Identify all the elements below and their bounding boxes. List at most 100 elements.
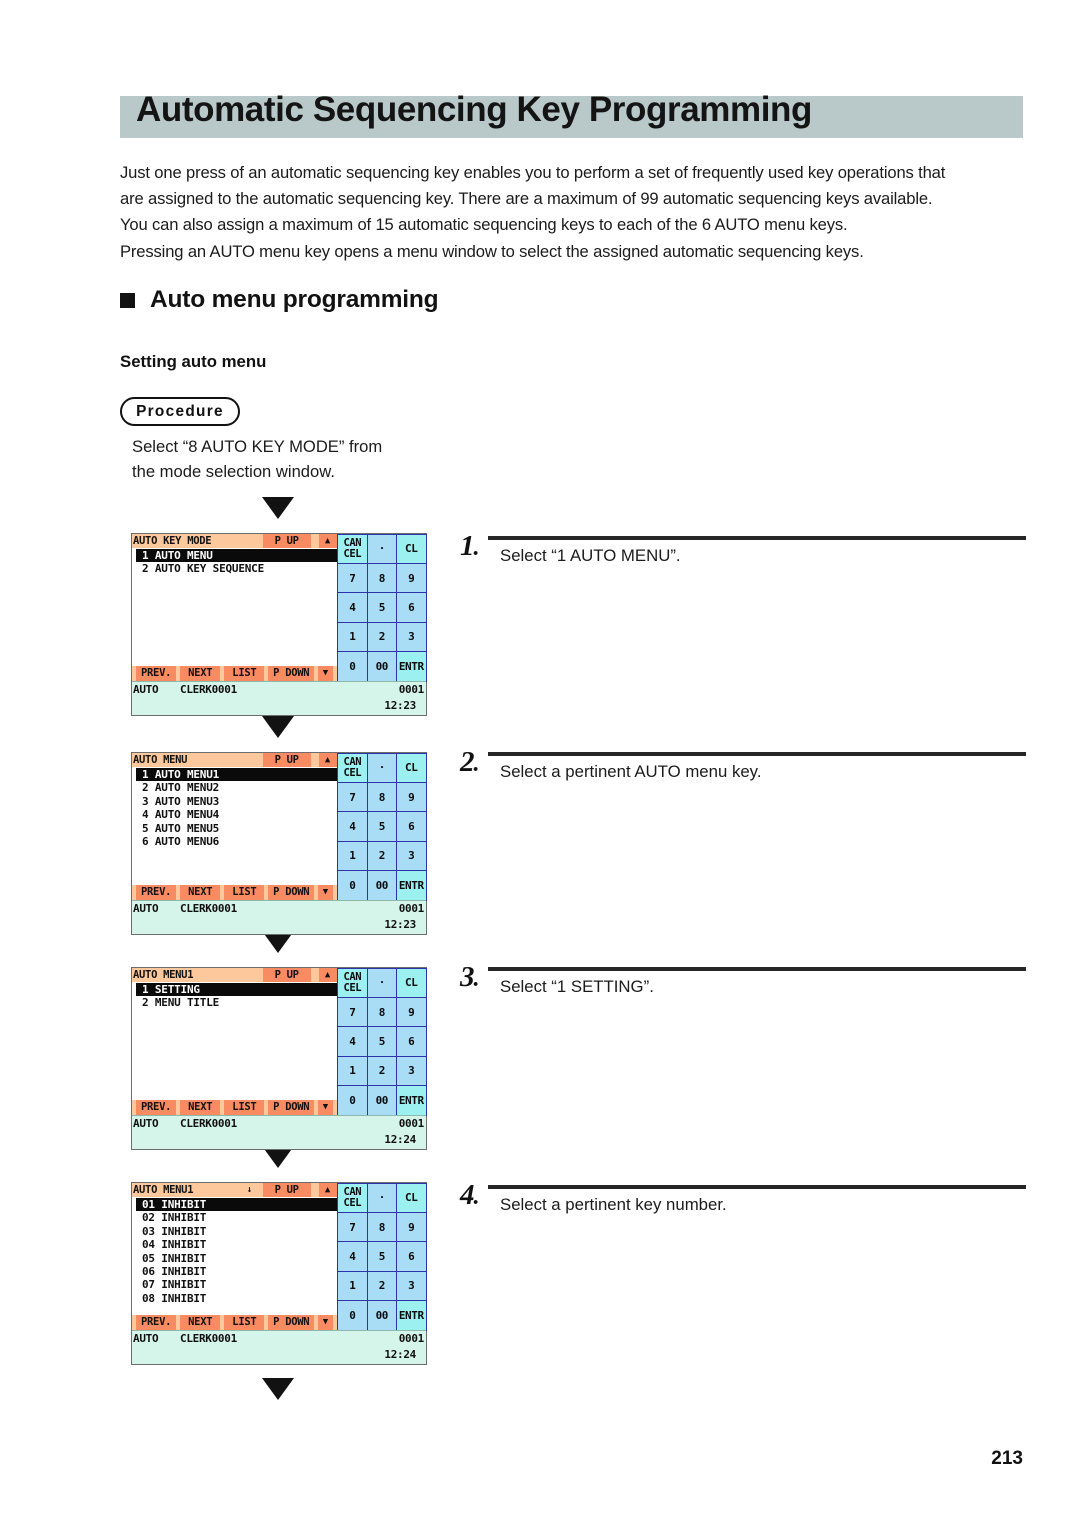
key-cancel[interactable]: CAN CEL xyxy=(337,752,368,783)
key-6[interactable]: 6 xyxy=(396,592,427,623)
menu-item-selected[interactable]: 1 AUTO MENU1 xyxy=(136,768,337,782)
key-3[interactable]: 3 xyxy=(396,1270,427,1302)
arrow-down-icon[interactable]: ▼ xyxy=(318,1315,333,1330)
softkey-list[interactable]: LIST xyxy=(224,885,265,900)
menu-item[interactable]: 03 INHIBIT xyxy=(132,1225,337,1238)
key-2[interactable]: 2 xyxy=(366,621,398,653)
key-decimal-point[interactable]: · xyxy=(366,967,398,998)
key-0[interactable]: 0 xyxy=(337,651,368,682)
softkey-page-down[interactable]: P DOWN xyxy=(268,666,315,681)
key-1[interactable]: 1 xyxy=(337,621,368,653)
key-0[interactable]: 0 xyxy=(337,1300,368,1331)
key-9[interactable]: 9 xyxy=(396,996,427,1028)
key-1[interactable]: 1 xyxy=(337,1055,368,1087)
key-3[interactable]: 3 xyxy=(396,840,427,872)
key-4[interactable]: 4 xyxy=(337,1241,368,1272)
page-up-button[interactable]: P UP xyxy=(262,534,311,548)
key-6[interactable]: 6 xyxy=(396,811,427,842)
key-9[interactable]: 9 xyxy=(396,1211,427,1243)
key-7[interactable]: 7 xyxy=(337,996,368,1028)
menu-item[interactable]: 04 INHIBIT xyxy=(132,1238,337,1251)
key-9[interactable]: 9 xyxy=(396,562,427,594)
key-enter[interactable]: ENTR xyxy=(396,870,427,901)
softkey-page-down[interactable]: P DOWN xyxy=(268,1100,315,1115)
key-5[interactable]: 5 xyxy=(366,592,398,623)
key-7[interactable]: 7 xyxy=(337,562,368,594)
softkey-prev[interactable]: PREV. xyxy=(136,666,177,681)
arrow-down-icon[interactable]: ▼ xyxy=(318,1100,333,1115)
key-5[interactable]: 5 xyxy=(366,1241,398,1272)
key-2[interactable]: 2 xyxy=(366,840,398,872)
key-2[interactable]: 2 xyxy=(366,1055,398,1087)
key-enter[interactable]: ENTR xyxy=(396,1085,427,1116)
softkey-list[interactable]: LIST xyxy=(224,1315,265,1330)
key-decimal-point[interactable]: · xyxy=(366,1182,398,1213)
menu-item[interactable]: 4 AUTO MENU4 xyxy=(132,808,337,821)
arrow-up-icon[interactable]: ▲ xyxy=(318,968,337,982)
softkey-next[interactable]: NEXT xyxy=(180,666,221,681)
key-enter[interactable]: ENTR xyxy=(396,1300,427,1331)
menu-item-selected[interactable]: 1 SETTING xyxy=(136,983,337,997)
key-5[interactable]: 5 xyxy=(366,811,398,842)
key-decimal-point[interactable]: · xyxy=(366,533,398,564)
key-0[interactable]: 0 xyxy=(337,1085,368,1116)
key-7[interactable]: 7 xyxy=(337,781,368,813)
softkey-next[interactable]: NEXT xyxy=(180,1100,221,1115)
softkey-next[interactable]: NEXT xyxy=(180,885,221,900)
menu-item[interactable]: 3 AUTO MENU3 xyxy=(132,795,337,808)
menu-item[interactable]: 5 AUTO MENU5 xyxy=(132,822,337,835)
key-00[interactable]: 00 xyxy=(366,870,398,901)
menu-item[interactable]: 02 INHIBIT xyxy=(132,1211,337,1224)
menu-item[interactable]: 07 INHIBIT xyxy=(132,1278,337,1291)
arrow-down-icon[interactable]: ▼ xyxy=(318,885,333,900)
key-4[interactable]: 4 xyxy=(337,1026,368,1057)
key-4[interactable]: 4 xyxy=(337,592,368,623)
key-8[interactable]: 8 xyxy=(366,562,398,594)
arrow-up-icon[interactable]: ▲ xyxy=(318,753,337,767)
key-00[interactable]: 00 xyxy=(366,651,398,682)
key-8[interactable]: 8 xyxy=(366,781,398,813)
key-9[interactable]: 9 xyxy=(396,781,427,813)
page-up-button[interactable]: P UP xyxy=(262,1183,311,1197)
key-1[interactable]: 1 xyxy=(337,1270,368,1302)
key-8[interactable]: 8 xyxy=(366,1211,398,1243)
key-decimal-point[interactable]: · xyxy=(366,752,398,783)
softkey-prev[interactable]: PREV. xyxy=(136,1315,177,1330)
key-clear[interactable]: CL xyxy=(396,967,427,998)
key-2[interactable]: 2 xyxy=(366,1270,398,1302)
key-enter[interactable]: ENTR xyxy=(396,651,427,682)
arrow-up-icon[interactable]: ▲ xyxy=(318,1183,337,1197)
key-clear[interactable]: CL xyxy=(396,752,427,783)
key-7[interactable]: 7 xyxy=(337,1211,368,1243)
softkey-page-down[interactable]: P DOWN xyxy=(268,885,315,900)
menu-item[interactable]: 06 INHIBIT xyxy=(132,1265,337,1278)
menu-item-selected[interactable]: 1 AUTO MENU xyxy=(136,549,337,563)
key-clear[interactable]: CL xyxy=(396,1182,427,1213)
menu-item[interactable]: 2 AUTO KEY SEQUENCE xyxy=(132,562,337,575)
key-clear[interactable]: CL xyxy=(396,533,427,564)
key-cancel[interactable]: CAN CEL xyxy=(337,1182,368,1213)
key-5[interactable]: 5 xyxy=(366,1026,398,1057)
key-6[interactable]: 6 xyxy=(396,1241,427,1272)
key-8[interactable]: 8 xyxy=(366,996,398,1028)
menu-item-selected[interactable]: 01 INHIBIT xyxy=(136,1198,337,1212)
key-0[interactable]: 0 xyxy=(337,870,368,901)
menu-item[interactable]: 2 AUTO MENU2 xyxy=(132,781,337,794)
key-4[interactable]: 4 xyxy=(337,811,368,842)
page-up-button[interactable]: P UP xyxy=(262,968,311,982)
softkey-list[interactable]: LIST xyxy=(224,1100,265,1115)
key-00[interactable]: 00 xyxy=(366,1085,398,1116)
softkey-prev[interactable]: PREV. xyxy=(136,1100,177,1115)
key-00[interactable]: 00 xyxy=(366,1300,398,1331)
menu-item[interactable]: 2 MENU TITLE xyxy=(132,996,337,1009)
key-1[interactable]: 1 xyxy=(337,840,368,872)
softkey-page-down[interactable]: P DOWN xyxy=(268,1315,315,1330)
menu-item[interactable]: 05 INHIBIT xyxy=(132,1252,337,1265)
key-3[interactable]: 3 xyxy=(396,621,427,653)
key-cancel[interactable]: CAN CEL xyxy=(337,967,368,998)
softkey-next[interactable]: NEXT xyxy=(180,1315,221,1330)
menu-item[interactable]: 6 AUTO MENU6 xyxy=(132,835,337,848)
softkey-list[interactable]: LIST xyxy=(224,666,265,681)
key-cancel[interactable]: CAN CEL xyxy=(337,533,368,564)
key-6[interactable]: 6 xyxy=(396,1026,427,1057)
